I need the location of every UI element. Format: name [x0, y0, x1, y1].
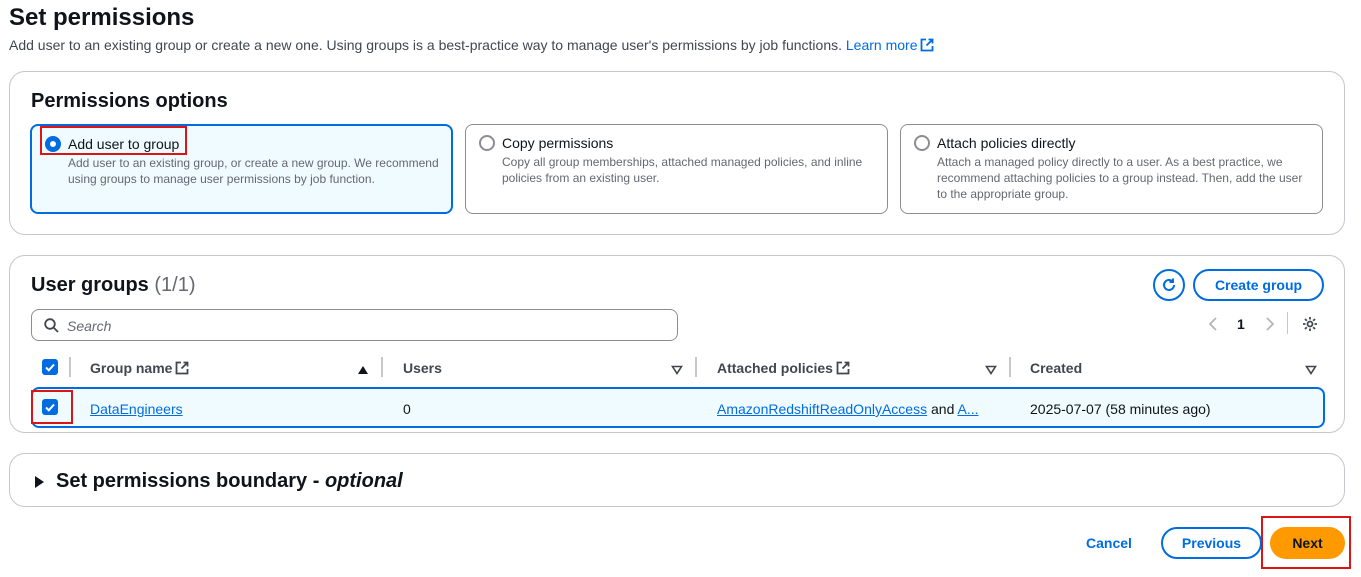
external-link-icon [176, 361, 189, 375]
column-header-label: Attached policies [717, 360, 833, 376]
learn-more-label: Learn more [845, 37, 918, 53]
sort-icon[interactable] [1305, 365, 1317, 375]
permissions-boundary-title[interactable]: Set permissions boundary - optional [56, 470, 403, 493]
tile-description: Attach a managed policy directly to a us… [937, 155, 1303, 201]
user-groups-heading: User groups [31, 274, 149, 296]
highlight-box-add-user-to-group [40, 126, 187, 155]
page-title: Set permissions [9, 4, 195, 31]
chevron-left-icon[interactable] [1208, 317, 1218, 331]
column-divider [381, 357, 383, 377]
learn-more-link[interactable]: Learn more [846, 37, 935, 53]
external-link-icon [921, 38, 934, 52]
cancel-button[interactable]: Cancel [1079, 527, 1139, 559]
chevron-right-icon[interactable] [1265, 317, 1275, 331]
tile-description: Copy all group memberships, attached man… [502, 155, 863, 185]
created-date: 2025-07-07 (58 minutes ago) [1030, 401, 1211, 417]
tile-attach-policies-directly[interactable]: Attach policies directly Attach a manage… [900, 124, 1323, 214]
highlight-box-row-checkbox [31, 390, 73, 424]
refresh-button[interactable] [1153, 269, 1185, 301]
column-header-label: Group name [90, 360, 173, 376]
permissions-options-panel: Permissions options Add user to group Ad… [9, 71, 1345, 235]
page-number[interactable]: 1 [1237, 316, 1245, 332]
tile-copy-permissions[interactable]: Copy permissions Copy all group membersh… [465, 124, 888, 214]
search-input[interactable]: Search [31, 309, 678, 341]
search-icon [44, 318, 59, 333]
page-description-text: Add user to an existing group or create … [9, 37, 842, 53]
column-header-created[interactable]: Created [1030, 360, 1082, 376]
column-divider [695, 357, 697, 377]
user-groups-count: (1/1) [154, 274, 196, 296]
permissions-options-title: Permissions options [31, 90, 228, 112]
radio-copy-permissions[interactable] [479, 135, 495, 151]
policy-conjunction: and [931, 401, 955, 417]
previous-button[interactable]: Previous [1161, 527, 1262, 559]
user-groups-title: User groups (1/1) [31, 274, 196, 297]
gear-icon[interactable] [1302, 316, 1318, 332]
sort-icon[interactable] [671, 365, 683, 375]
external-link-icon [836, 361, 850, 375]
select-all-checkbox[interactable] [42, 359, 58, 375]
search-placeholder: Search [67, 318, 112, 334]
page-description: Add user to an existing group or create … [9, 37, 934, 53]
group-name-link[interactable]: DataEngineers [90, 401, 183, 417]
refresh-icon [1163, 278, 1175, 291]
create-group-button[interactable]: Create group [1193, 269, 1324, 301]
table-row[interactable]: DataEngineers 0 AmazonRedshiftReadOnlyAc… [31, 387, 1325, 428]
policy-link-truncated[interactable]: A... [957, 401, 978, 417]
permissions-boundary-panel[interactable]: Set permissions boundary - optional [9, 453, 1345, 507]
caret-right-icon[interactable] [35, 476, 44, 488]
attached-policies-cell: AmazonRedshiftReadOnlyAccess and A... [717, 401, 979, 417]
tile-label: Copy permissions [502, 135, 614, 151]
check-icon [45, 363, 55, 372]
highlight-box-next [1261, 516, 1351, 569]
users-count: 0 [403, 401, 411, 417]
sort-ascending-icon[interactable] [357, 365, 369, 375]
column-header-group-name[interactable]: Group name [90, 360, 189, 376]
boundary-title-text: Set permissions boundary - [56, 470, 325, 492]
column-divider [1009, 357, 1011, 377]
column-header-attached-policies[interactable]: Attached policies [717, 360, 850, 376]
radio-attach-policies[interactable] [914, 135, 930, 151]
sort-icon[interactable] [985, 365, 997, 375]
policy-link[interactable]: AmazonRedshiftReadOnlyAccess [717, 401, 927, 417]
tile-description: Add user to an existing group, or create… [68, 156, 439, 186]
pager-divider [1287, 312, 1288, 334]
column-divider [69, 357, 71, 377]
user-groups-panel: User groups (1/1) Create group Search 1 … [9, 255, 1345, 433]
boundary-optional-text: optional [324, 470, 403, 492]
column-header-users[interactable]: Users [403, 360, 442, 376]
tile-label: Attach policies directly [937, 135, 1076, 151]
